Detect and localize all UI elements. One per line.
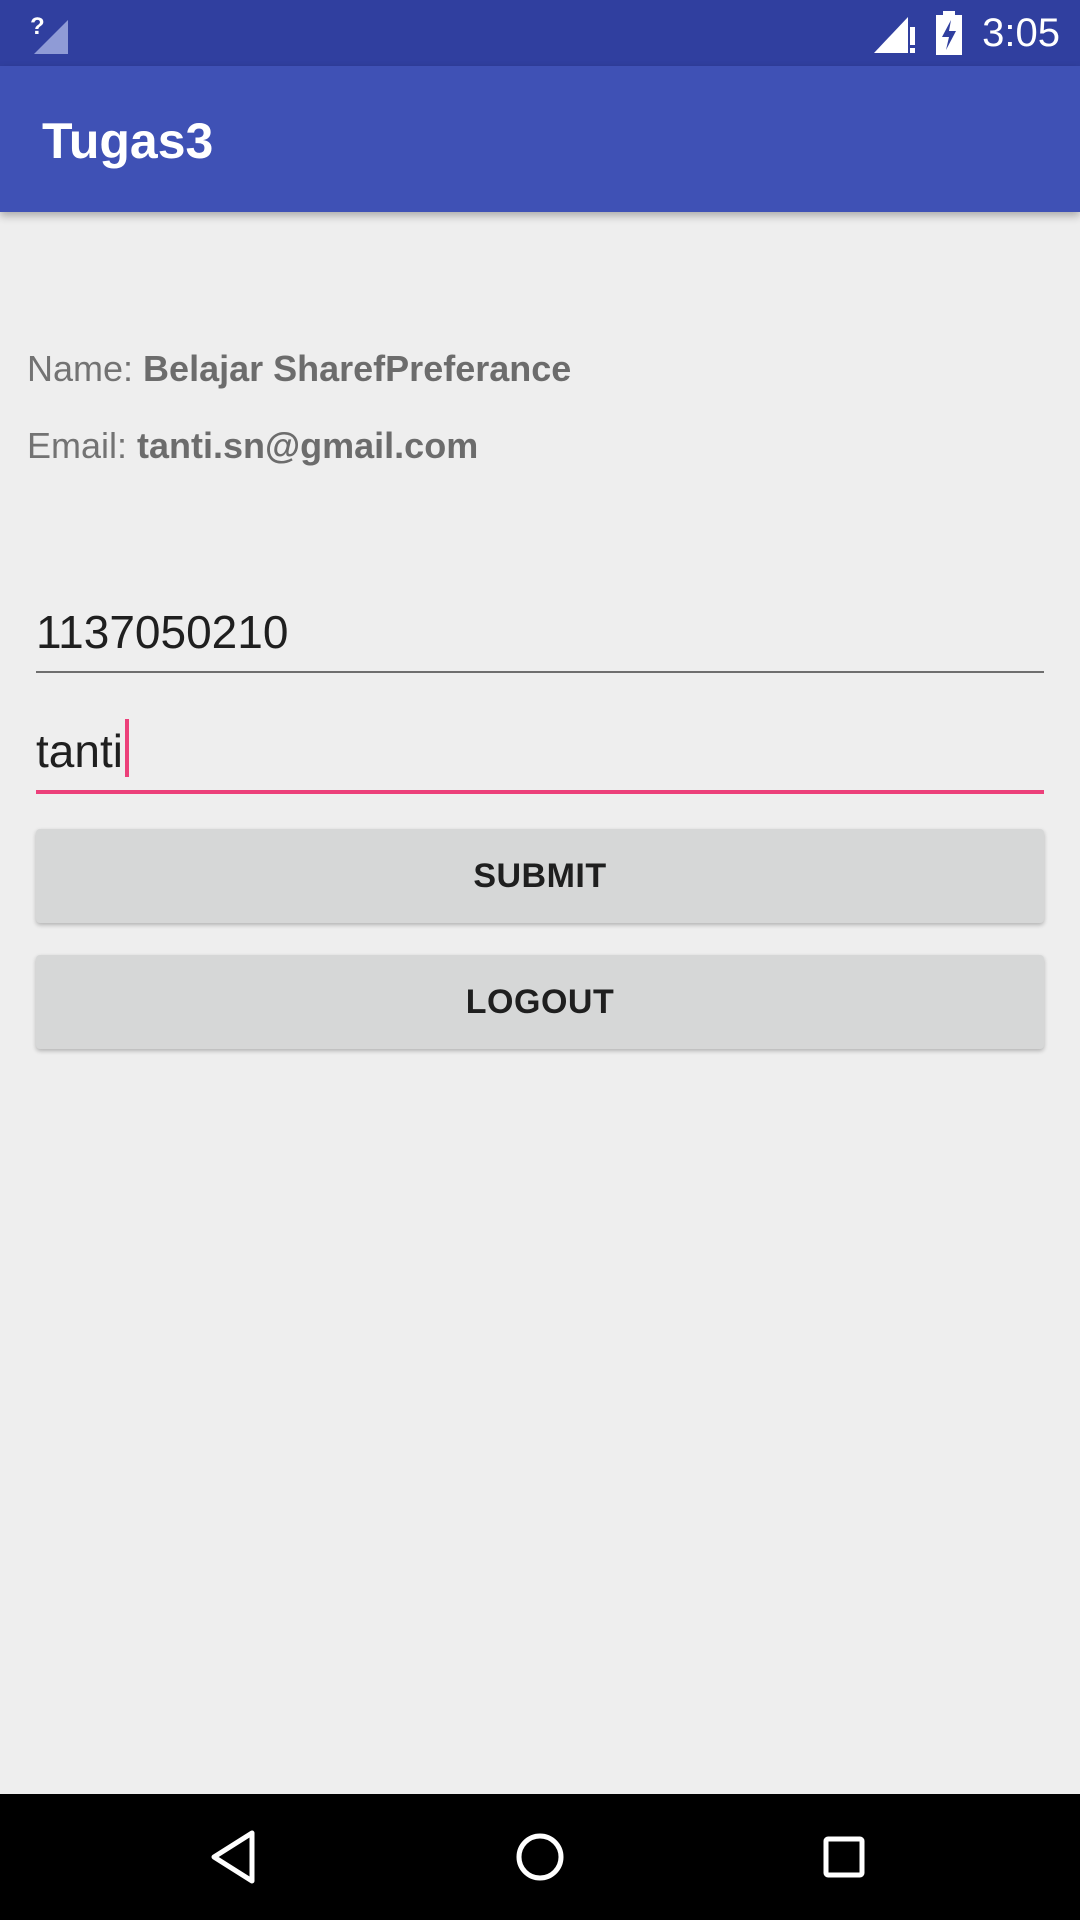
profile-email-line: Email: tanti.sn@gmail.com xyxy=(27,425,478,467)
toolbar-title: Tugas3 xyxy=(42,113,214,169)
app-toolbar: Tugas3 xyxy=(0,66,1080,212)
logout-button-label: LOGOUT xyxy=(465,982,615,1021)
battery-charging-icon xyxy=(936,11,963,55)
submit-button-label: SUBMIT xyxy=(473,856,607,895)
svg-text:?: ? xyxy=(30,13,45,40)
status-icons: 3:05 xyxy=(872,0,1060,66)
name-input-underline xyxy=(36,790,1044,794)
name-label: Name: xyxy=(27,348,134,389)
email-label: Email: xyxy=(27,425,128,466)
signal-unknown-icon: ? xyxy=(30,13,68,54)
status-time: 3:05 xyxy=(982,10,1060,55)
status-bar: ? 3:05 xyxy=(0,0,1080,66)
nim-input-underline xyxy=(36,671,1044,673)
navigation-bar xyxy=(0,1794,1080,1920)
logout-button[interactable]: LOGOUT xyxy=(36,955,1044,1049)
name-value: Belajar SharefPreferance xyxy=(143,348,572,389)
email-value: tanti.sn@gmail.com xyxy=(137,425,479,466)
cell-signal-alert-icon xyxy=(874,17,916,53)
back-triangle-icon[interactable] xyxy=(206,1827,266,1887)
nim-input[interactable]: 1137050210 xyxy=(36,593,1044,673)
nim-input-value: 1137050210 xyxy=(36,606,289,658)
recent-apps-square-icon[interactable] xyxy=(814,1827,874,1887)
text-cursor xyxy=(124,719,129,777)
app-screen: ? 3:05 Tugas3 Name: Belajar SharefPrefer… xyxy=(0,0,1080,1920)
home-circle-icon[interactable] xyxy=(510,1827,570,1887)
submit-button[interactable]: SUBMIT xyxy=(36,829,1044,923)
name-input[interactable]: tanti xyxy=(36,712,1044,794)
name-input-text: tanti xyxy=(36,719,129,778)
profile-name-line: Name: Belajar SharefPreferance xyxy=(27,348,571,390)
name-input-value: tanti xyxy=(36,725,123,777)
